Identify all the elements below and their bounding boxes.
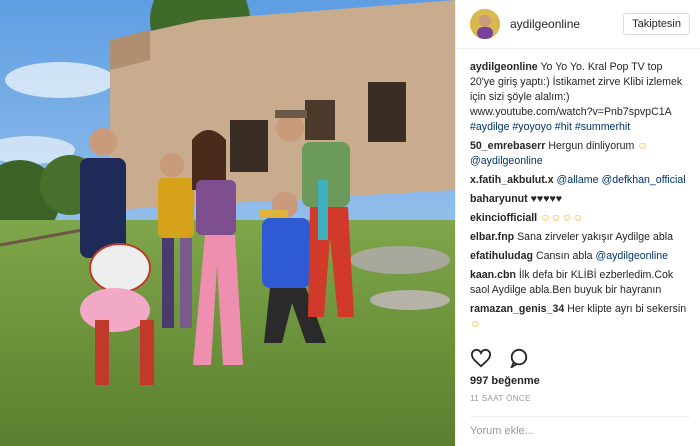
comment-username[interactable]: x.fatih_akbulut.x xyxy=(470,174,554,186)
smiles-emoji-icon: ☺☺☺☺ xyxy=(540,212,584,224)
caption-username[interactable]: aydilgeonline xyxy=(470,61,538,73)
comment-username[interactable]: elbar.fnp xyxy=(470,231,514,243)
comment-text: Cansın abla xyxy=(535,250,593,262)
divider xyxy=(470,416,690,417)
comment-username[interactable]: efatihuludag xyxy=(470,250,533,262)
post-timestamp: 11 SAAT ÖNCE xyxy=(470,394,531,403)
comment-list: aydilgeonline Yo Yo Yo. Kral Pop TV top … xyxy=(470,60,690,336)
comment-item: 50_emrebaserr Hergun dinliyorum ☺ @aydil… xyxy=(470,139,690,169)
comment-username[interactable]: ramazan_genis_34 xyxy=(470,303,564,315)
post-image xyxy=(0,0,455,446)
comment-item: x.fatih_akbulut.x @allame @defkhan_offic… xyxy=(470,173,690,188)
comment-item: kaan.cbn İlk defa bir KLİBİ ezberledim.C… xyxy=(470,268,690,298)
post-actions xyxy=(470,348,530,373)
caption: aydilgeonline Yo Yo Yo. Kral Pop TV top … xyxy=(470,60,690,135)
like-count-label: beğenme xyxy=(491,375,540,387)
avatar[interactable] xyxy=(470,9,500,39)
post-header: aydilgeonline Takiptesin xyxy=(456,0,700,49)
smile-emoji-icon: ☺ xyxy=(470,318,481,330)
comment-item: baharyunut ♥♥♥♥♥ xyxy=(470,192,690,207)
like-count-number: 997 xyxy=(470,375,489,387)
comment-username[interactable]: kaan.cbn xyxy=(470,269,516,281)
comment-text: Hergun dinliyorum xyxy=(548,140,635,152)
comment-mention[interactable]: @aydilgeonline xyxy=(470,155,543,167)
comment-item: ramazan_genis_34 Her klipte ayrı bi seke… xyxy=(470,302,690,332)
comment-username[interactable]: baharyunut xyxy=(470,193,528,205)
comment-username[interactable]: 50_emrebaserr xyxy=(470,140,545,152)
avatar-image xyxy=(470,9,500,39)
comment-text: Her klipte ayrı bi sekersin xyxy=(567,303,687,315)
comment-text: Sana zirveler yakışır Aydilge abla xyxy=(517,231,673,243)
comment-icon[interactable] xyxy=(508,348,530,373)
post-side-panel: aydilgeonline Takiptesin aydilgeonline Y… xyxy=(455,0,700,446)
hearts-emoji-icon: ♥♥♥♥♥ xyxy=(530,193,563,205)
comment-item: efatihuludag Cansın abla @aydilgeonline xyxy=(470,249,690,264)
heart-icon[interactable] xyxy=(470,348,492,373)
like-count[interactable]: 997 beğenme xyxy=(470,375,540,387)
follow-button[interactable]: Takiptesin xyxy=(623,13,690,35)
caption-hashtags[interactable]: #aydilge #yoyoyo #hit #summerhit xyxy=(470,121,630,133)
post-photo[interactable] xyxy=(0,0,455,446)
comment-item: elbar.fnp Sana zirveler yakışır Aydilge … xyxy=(470,230,690,245)
add-comment-input[interactable]: Yorum ekle... xyxy=(470,425,534,437)
instagram-post: aydilgeonline Takiptesin aydilgeonline Y… xyxy=(0,0,700,446)
comment-mention[interactable]: @allame @defkhan_official xyxy=(557,174,686,186)
smile-emoji-icon: ☺ xyxy=(637,140,649,152)
comment-item: ekinciofficiall ☺☺☺☺ xyxy=(470,211,690,226)
comment-username[interactable]: ekinciofficiall xyxy=(470,212,537,224)
comment-mention[interactable]: @aydilgeonline xyxy=(595,250,668,262)
post-author-username[interactable]: aydilgeonline xyxy=(510,17,623,31)
